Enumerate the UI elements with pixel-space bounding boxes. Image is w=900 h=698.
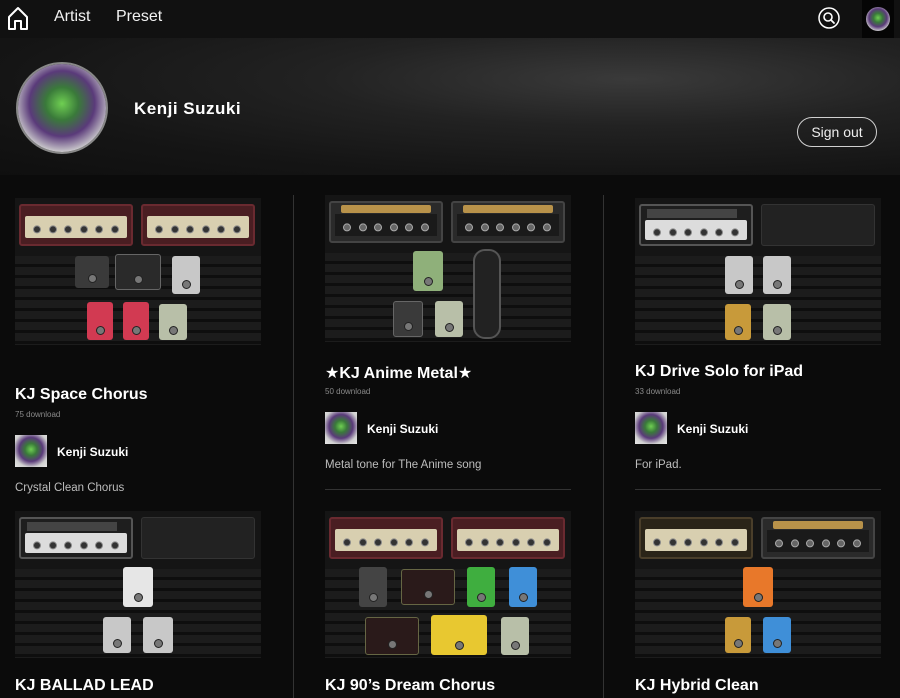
author-avatar[interactable] — [325, 412, 357, 444]
sign-out-button[interactable]: Sign out — [797, 117, 877, 147]
pedal-image — [501, 617, 529, 655]
pedal-image — [763, 617, 791, 653]
profile-avatar — [16, 62, 108, 154]
pedal-image — [401, 569, 455, 605]
home-icon[interactable] — [6, 5, 30, 31]
amp-image — [329, 517, 443, 559]
nav-preset-link[interactable]: Preset — [116, 8, 162, 26]
pedal-image — [143, 617, 173, 653]
author-name[interactable]: Kenji Suzuki — [677, 422, 748, 436]
pedal-image — [75, 256, 109, 288]
amp-image — [19, 204, 133, 246]
pedal-image — [743, 567, 773, 607]
pedal-image — [365, 617, 419, 655]
preset-title[interactable]: KJ BALLAD LEAD — [15, 677, 154, 695]
preset-title[interactable]: KJ Space Chorus — [15, 386, 147, 404]
preset-thumbnail[interactable] — [15, 511, 261, 658]
pedal-image — [159, 304, 187, 340]
pedal-image — [172, 256, 200, 294]
preset-thumbnail[interactable] — [635, 198, 881, 345]
preset-thumbnail[interactable] — [325, 511, 571, 658]
top-nav: Artist Preset — [0, 0, 900, 38]
amp-image — [19, 517, 133, 559]
amp-image — [141, 204, 255, 246]
author-avatar[interactable] — [15, 435, 47, 467]
account-avatar-button[interactable] — [862, 0, 894, 38]
search-icon[interactable] — [818, 7, 840, 29]
author-name[interactable]: Kenji Suzuki — [57, 445, 128, 459]
pedalboard — [635, 256, 881, 345]
preset-description: Metal tone for The Anime song — [325, 459, 482, 471]
download-count: 50 download — [325, 387, 371, 396]
preset-title[interactable]: KJ Drive Solo for iPad — [635, 363, 803, 381]
preset-card[interactable]: KJ 90’s Dream Chorus — [325, 511, 571, 698]
preset-card[interactable]: ★KJ Anime Metal★ 50 download Kenji Suzuk… — [325, 195, 571, 525]
preset-card[interactable]: KJ Space Chorus 75 download Kenji Suzuki… — [15, 198, 261, 528]
card-divider — [635, 489, 881, 490]
nav-artist-link[interactable]: Artist — [54, 8, 90, 26]
column-divider — [293, 195, 294, 698]
pedal-image — [725, 617, 751, 653]
empty-amp-slot — [141, 517, 255, 559]
pedal-image — [393, 301, 423, 337]
pedal-image — [431, 615, 487, 655]
pedal-image — [763, 256, 791, 294]
column-divider — [603, 195, 604, 698]
preset-description: For iPad. — [635, 459, 682, 471]
preset-card[interactable]: KJ Hybrid Clean — [635, 511, 881, 698]
profile-name: Kenji Suzuki — [134, 99, 242, 118]
preset-thumbnail[interactable] — [15, 198, 261, 345]
amp-image — [451, 201, 565, 243]
pedal-image — [87, 302, 113, 340]
preset-thumbnail[interactable] — [635, 511, 881, 658]
preset-description: Crystal Clean Chorus — [15, 482, 125, 494]
amp-image — [451, 517, 565, 559]
empty-amp-slot — [761, 204, 875, 246]
pedal-image — [725, 256, 753, 294]
pedal-image — [413, 251, 443, 291]
profile-banner: Kenji Suzuki Sign out — [0, 38, 900, 175]
pedal-image — [115, 254, 161, 290]
pedal-image — [763, 304, 791, 340]
amp-image — [639, 517, 753, 559]
amp-image — [329, 201, 443, 243]
preset-card[interactable]: KJ Drive Solo for iPad 33 download Kenji… — [635, 198, 881, 528]
pedal-image — [359, 567, 387, 607]
amp-image — [761, 517, 875, 559]
pedal-image — [467, 567, 495, 607]
pedal-image — [509, 567, 537, 607]
pedal-image — [123, 302, 149, 340]
download-count: 75 download — [15, 410, 61, 419]
wah-pedal-image — [473, 249, 501, 339]
preset-title[interactable]: KJ Hybrid Clean — [635, 677, 759, 695]
author-name[interactable]: Kenji Suzuki — [367, 422, 438, 436]
amp-image — [639, 204, 753, 246]
preset-card[interactable]: KJ BALLAD LEAD — [15, 511, 261, 698]
pedal-image — [103, 617, 131, 653]
preset-title[interactable]: ★KJ Anime Metal★ — [325, 363, 472, 383]
download-count: 33 download — [635, 387, 681, 396]
pedal-image — [123, 567, 153, 607]
card-divider — [325, 489, 571, 490]
preset-title[interactable]: KJ 90’s Dream Chorus — [325, 677, 495, 695]
pedal-image — [435, 301, 463, 337]
avatar — [866, 7, 890, 31]
author-avatar[interactable] — [635, 412, 667, 444]
preset-thumbnail[interactable] — [325, 195, 571, 342]
pedal-image — [725, 304, 751, 340]
